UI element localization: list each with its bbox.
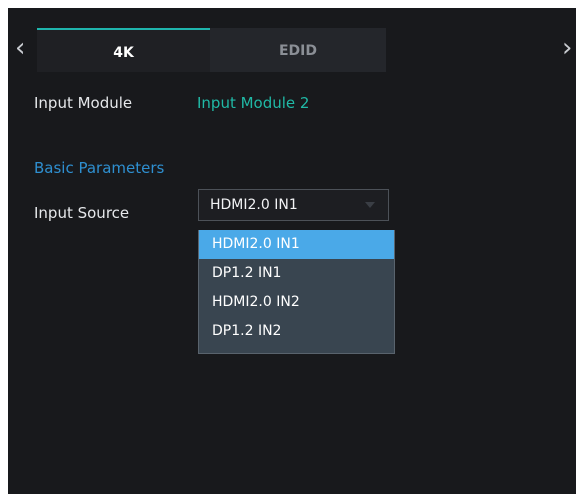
basic-parameters-title: Basic Parameters xyxy=(34,159,165,177)
input-source-select[interactable]: HDMI2.0 IN1 xyxy=(198,189,389,221)
dropdown-option-hdmi20-in2[interactable]: HDMI2.0 IN2 xyxy=(199,288,394,317)
caret-down-icon xyxy=(365,202,375,208)
dropdown-option-hdmi20-in1[interactable]: HDMI2.0 IN1 xyxy=(199,230,394,259)
chevron-right-icon[interactable]: › xyxy=(562,28,572,72)
tab-bar: ‹ 4K EDID › xyxy=(8,28,576,72)
input-source-label: Input Source xyxy=(34,204,130,222)
input-module-label: Input Module xyxy=(34,94,133,112)
dropdown-option-dp12-in1[interactable]: DP1.2 IN1 xyxy=(199,259,394,288)
input-module-value: Input Module 2 xyxy=(197,94,310,112)
settings-panel: ‹ 4K EDID › Input Module Input Module 2 … xyxy=(8,8,576,494)
input-source-dropdown: HDMI2.0 IN1 DP1.2 IN1 HDMI2.0 IN2 DP1.2 … xyxy=(198,230,395,354)
input-source-selected-value: HDMI2.0 IN1 xyxy=(210,197,298,213)
dropdown-option-dp12-in2[interactable]: DP1.2 IN2 xyxy=(199,317,394,346)
chevron-left-icon[interactable]: ‹ xyxy=(15,28,25,72)
tab-edid[interactable]: EDID xyxy=(210,28,386,72)
tab-4k[interactable]: 4K xyxy=(37,28,210,72)
